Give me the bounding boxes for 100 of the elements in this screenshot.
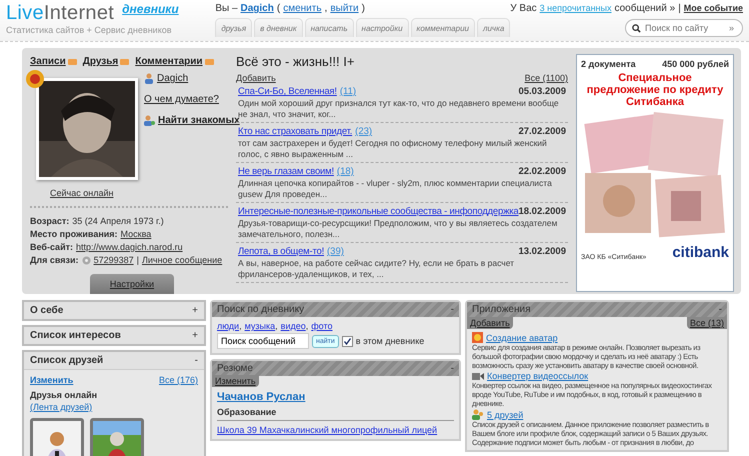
- panel-title: Поиск по дневнику: [217, 304, 304, 315]
- profile-link[interactable]: Dagich: [157, 73, 188, 84]
- rss-icon[interactable]: [68, 58, 77, 64]
- nav-tab[interactable]: настройки: [356, 18, 409, 37]
- message-search-field[interactable]: Поиск сообщений: [217, 333, 309, 349]
- panel-title: Приложения: [472, 304, 531, 315]
- toggle-icon[interactable]: -: [194, 355, 198, 366]
- detail-label: Для связи:: [30, 255, 79, 265]
- section-title: Список интересов: [30, 330, 121, 341]
- feed-link[interactable]: Записи: [30, 56, 66, 67]
- nav-tab[interactable]: комментарии: [410, 18, 475, 37]
- tagline: Статистика сайтов + Сервис дневников: [6, 25, 173, 35]
- post-title-link[interactable]: Не верь глазам своим!: [238, 166, 334, 177]
- resume-name-link[interactable]: Чачанов Руслан: [217, 391, 454, 403]
- app-link[interactable]: 5 друзей: [487, 410, 524, 420]
- collapsible-section[interactable]: Список друзей - Изменить Все (176) Друзья онлайн (Лента друзей): [22, 350, 206, 456]
- all-friends-link[interactable]: Все (176): [158, 375, 198, 385]
- users-icon: [472, 409, 484, 420]
- toggle-icon[interactable]: -: [718, 304, 722, 315]
- search-category-link[interactable]: фото: [311, 321, 332, 331]
- ad-label: 2 документа: [581, 59, 636, 69]
- smiley-icon: [472, 332, 483, 343]
- logo-text[interactable]: LiveInternet: [6, 2, 114, 25]
- section-title: Список друзей: [30, 355, 104, 366]
- school-link[interactable]: Школа 39 Махачкалинский многопрофильный лицей: [217, 425, 454, 435]
- user-link[interactable]: Dagich: [240, 3, 274, 14]
- search-category-link[interactable]: музыка: [244, 321, 276, 331]
- post-title-link[interactable]: Кто нас страховать придет.: [238, 126, 352, 137]
- app-link[interactable]: Создание аватар: [486, 332, 558, 342]
- add-link[interactable]: Добавить: [236, 73, 276, 83]
- search-field[interactable]: Поиск по сайту »: [625, 19, 743, 37]
- all-apps-tab[interactable]: Все (13): [686, 317, 727, 329]
- award-icon: [25, 69, 45, 89]
- messages-label: У Вас: [510, 3, 537, 14]
- user-icon: [144, 73, 154, 84]
- ad-headline: Специальное предложение по кредиту Ситибанка: [586, 72, 724, 108]
- search-go[interactable]: »: [729, 23, 734, 33]
- post-excerpt: А вы, наверное, на работе сейчас сидите? Ну, если не брать в расчет фрилансеров-удаленщиков, и тех, ...: [238, 258, 516, 280]
- add-app-tab[interactable]: Добавить: [467, 317, 513, 329]
- user-label: Вы –: [215, 3, 238, 14]
- comma-text: ,: [275, 321, 278, 331]
- comma-text: ,: [239, 321, 242, 331]
- nav-tab[interactable]: в дневник: [254, 18, 303, 37]
- search-category-link[interactable]: люди: [217, 321, 240, 331]
- nav-tab[interactable]: личка: [476, 18, 510, 37]
- toggle-icon[interactable]: +: [192, 330, 198, 341]
- panel-title: Резюме: [217, 363, 253, 374]
- feed-link[interactable]: Комментарии: [135, 56, 203, 67]
- users-icon: [144, 115, 155, 126]
- post-date: 22.02.2009: [518, 166, 566, 177]
- account-link[interactable]: сменить: [283, 3, 322, 14]
- collapsible-section[interactable]: О себе +: [22, 300, 206, 321]
- detail-link[interactable]: http://www.dagich.narod.ru: [76, 242, 183, 252]
- divider-text: |: [136, 255, 139, 265]
- detail-label: Веб-сайт:: [30, 242, 74, 252]
- messages-label: сообщений »: [614, 3, 676, 14]
- feed-link[interactable]: Друзья: [82, 56, 118, 67]
- post-date: 27.02.2009: [518, 126, 566, 137]
- message-link[interactable]: Личное сообщение: [142, 255, 222, 265]
- detail-label: Место проживания:: [30, 229, 118, 239]
- post-date: 18.02.2009: [518, 206, 566, 217]
- post-date: 05.03.2009: [518, 86, 566, 97]
- resume-section-title: Образование: [217, 407, 454, 421]
- edit-tab[interactable]: Изменить: [212, 375, 259, 387]
- scope-checkbox[interactable]: [342, 336, 353, 346]
- settings-button[interactable]: Настройки: [90, 274, 174, 294]
- toggle-icon[interactable]: +: [192, 305, 198, 316]
- post-title-link[interactable]: Спа-Си-Бо, Вселенная!: [238, 86, 337, 97]
- friends-online-label: Друзья онлайн: [30, 390, 98, 400]
- rss-icon[interactable]: [120, 58, 130, 64]
- find-friends-link[interactable]: Найти знакомых: [158, 115, 240, 126]
- post-title-link[interactable]: Лепота, в общем-то!: [238, 246, 324, 257]
- search-category-link[interactable]: видео: [280, 321, 306, 331]
- checkbox-label: в этом дневнике: [356, 336, 424, 346]
- event-link[interactable]: Мое событие: [684, 3, 743, 14]
- icq-link[interactable]: 57299387: [94, 255, 134, 265]
- edit-link[interactable]: Изменить: [30, 375, 74, 385]
- detail-value: 35 (24 Апреля 1973 г.): [72, 216, 164, 226]
- search-icon: [632, 24, 641, 32]
- toggle-icon[interactable]: -: [450, 363, 454, 374]
- post-excerpt: тот сам застрахерен и будет! Сегодня по офисному телефону милый женский голос, с явно выраженным ...: [238, 138, 548, 160]
- rss-icon[interactable]: [204, 58, 214, 64]
- comma-text: ,: [324, 3, 328, 14]
- bracket-text: (: [276, 3, 280, 14]
- collapsible-section[interactable]: Список интересов +: [22, 325, 206, 346]
- detail-label: Возраст:: [30, 216, 70, 226]
- post-title-link[interactable]: Интересные-полезные-прикольные сообщества - инфоподдержка: [238, 206, 518, 217]
- post-excerpt: Один мой хороший друг признался тут как-то, что до недавнего времени вообще не знал, что значит, ког...: [238, 98, 560, 119]
- app-link[interactable]: Конвертер видеоссылок: [487, 371, 588, 381]
- all-posts-link[interactable]: Все (1100): [524, 73, 568, 83]
- account-link[interactable]: выйти: [330, 3, 359, 14]
- nav-tab[interactable]: написать: [304, 18, 354, 37]
- camera-icon: [472, 372, 484, 380]
- nav-tab[interactable]: друзья: [215, 18, 252, 37]
- status-link[interactable]: О чем думаете?: [144, 94, 240, 105]
- ad-label: 450 000 рублей: [662, 59, 729, 69]
- toggle-icon[interactable]: -: [450, 304, 454, 315]
- detail-link[interactable]: Москва: [120, 229, 152, 239]
- friends-feed-link[interactable]: (Лента друзей): [30, 402, 198, 412]
- online-status[interactable]: Сейчас онлайн: [50, 188, 228, 198]
